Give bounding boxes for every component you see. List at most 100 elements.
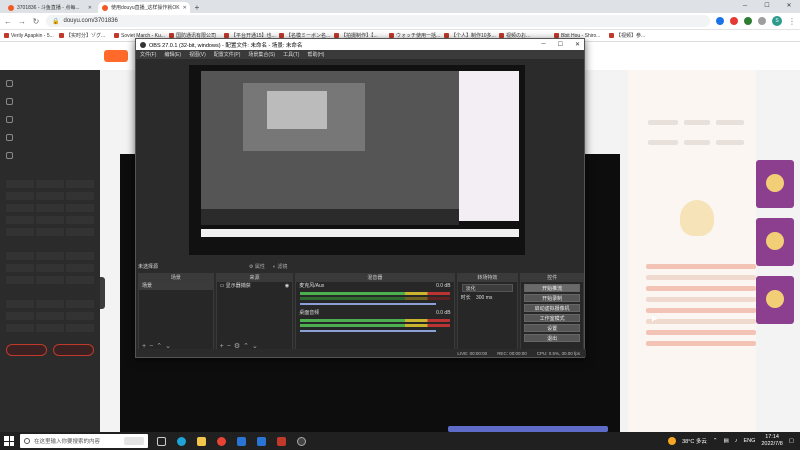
category-link[interactable] xyxy=(66,264,94,272)
close-tab-icon[interactable]: ✕ xyxy=(88,5,92,11)
category-link[interactable] xyxy=(6,216,34,224)
tray-chevron-icon[interactable]: ⌃ xyxy=(713,438,718,444)
bookmark-item[interactable]: Verily Apapkin - 5... xyxy=(4,33,56,39)
douyu-logo[interactable] xyxy=(104,50,128,62)
file-explorer-icon[interactable] xyxy=(194,434,208,448)
close-window-icon[interactable]: ✕ xyxy=(575,41,580,48)
category-link[interactable] xyxy=(6,276,34,284)
menu-view[interactable]: 视图(V) xyxy=(189,51,206,58)
reload-icon[interactable]: ↻ xyxy=(32,17,40,26)
chrome-icon[interactable] xyxy=(214,434,228,448)
menu-help[interactable]: 帮助(H) xyxy=(307,51,324,58)
puzzle-icon[interactable] xyxy=(758,17,766,25)
open-live-button[interactable] xyxy=(53,344,94,356)
settings-button[interactable]: 设置 xyxy=(524,324,580,332)
bookmark-item[interactable]: 【实时分】ゾグ... xyxy=(59,32,111,39)
nav-item[interactable] xyxy=(6,128,94,146)
app-icon[interactable] xyxy=(254,434,268,448)
category-link[interactable] xyxy=(66,192,94,200)
category-link[interactable] xyxy=(36,276,64,284)
category-link[interactable] xyxy=(36,192,64,200)
app-icon[interactable] xyxy=(274,434,288,448)
forward-icon[interactable]: → xyxy=(18,17,26,26)
transition-select[interactable]: 淡化 xyxy=(461,284,514,292)
obs-preview-canvas[interactable] xyxy=(189,65,525,255)
profile-avatar[interactable]: S xyxy=(772,16,782,26)
notification-icon[interactable]: ▢ xyxy=(789,438,794,444)
category-link[interactable] xyxy=(6,312,34,320)
category-link[interactable] xyxy=(66,204,94,212)
promo-card[interactable] xyxy=(756,160,794,208)
edge-icon[interactable] xyxy=(174,434,188,448)
download-client-button[interactable] xyxy=(6,344,47,356)
maximize-icon[interactable]: ☐ xyxy=(558,41,563,48)
category-link[interactable] xyxy=(66,276,94,284)
category-link[interactable] xyxy=(6,228,34,236)
minimize-icon[interactable]: ─ xyxy=(541,41,545,48)
duration-input[interactable]: 300 ms xyxy=(476,295,492,301)
start-virtual-camera-button[interactable]: 启动虚拟摄像机 xyxy=(524,304,580,312)
volume-slider[interactable] xyxy=(300,330,436,332)
windows-start-icon[interactable] xyxy=(4,436,14,446)
category-link[interactable] xyxy=(6,300,34,308)
category-link[interactable] xyxy=(36,312,64,320)
network-icon[interactable]: ▤ xyxy=(724,438,729,444)
category-link[interactable] xyxy=(36,204,64,212)
category-link[interactable] xyxy=(6,192,34,200)
nav-item[interactable] xyxy=(6,146,94,164)
source-item[interactable]: ▭ 显示器捕获 ◉ xyxy=(217,282,293,290)
browser-tab-active[interactable]: 使用douyu直播_这样操作就OK ✕ xyxy=(98,2,190,13)
category-link[interactable] xyxy=(66,216,94,224)
url-field[interactable]: 🔒 douyu.com/3701836 xyxy=(46,15,710,27)
properties-button[interactable]: ⚙ 属性 xyxy=(249,263,265,270)
category-link[interactable] xyxy=(36,228,64,236)
promo-card[interactable] xyxy=(756,276,794,324)
nav-item[interactable] xyxy=(6,92,94,110)
category-link[interactable] xyxy=(6,264,34,272)
category-link[interactable] xyxy=(66,324,94,332)
close-tab-icon[interactable]: ✕ xyxy=(183,5,187,11)
promo-card[interactable] xyxy=(756,218,794,266)
category-link[interactable] xyxy=(6,204,34,212)
category-link[interactable] xyxy=(66,228,94,236)
category-link[interactable] xyxy=(36,180,64,188)
menu-profile[interactable]: 配置文件(P) xyxy=(214,51,241,58)
browser-tab[interactable]: 3701836 - 斗鱼直播 - 点每... ✕ xyxy=(4,2,96,13)
category-link[interactable] xyxy=(6,180,34,188)
start-streaming-button[interactable]: 开始推流 xyxy=(524,284,580,292)
volume-slider[interactable] xyxy=(300,303,436,305)
taskbar-search-box[interactable]: 在这里输入你要搜索的内容 xyxy=(20,434,148,448)
bookmark-item[interactable]: 【视频】参... xyxy=(609,32,661,39)
start-recording-button[interactable]: 开始录制 xyxy=(524,294,580,302)
clock[interactable]: 17:14 2022/7/8 xyxy=(761,434,782,448)
extension-icon[interactable] xyxy=(744,17,752,25)
scene-item[interactable]: 场景 xyxy=(139,282,213,290)
category-link[interactable] xyxy=(36,216,64,224)
filters-button[interactable]: ◐ 滤镜 xyxy=(273,263,287,270)
category-link[interactable] xyxy=(66,252,94,260)
studio-mode-button[interactable]: 工作室模式 xyxy=(524,314,580,322)
menu-scene-collection[interactable]: 场景集合(S) xyxy=(248,51,275,58)
more-menu-icon[interactable]: ⋮ xyxy=(788,17,796,26)
nav-item[interactable] xyxy=(6,110,94,128)
app-icon[interactable] xyxy=(234,434,248,448)
extension-icon[interactable] xyxy=(730,17,738,25)
category-link[interactable] xyxy=(66,300,94,308)
category-link[interactable] xyxy=(36,324,64,332)
obs-taskbar-icon[interactable] xyxy=(294,434,308,448)
language-indicator[interactable]: ENG xyxy=(743,438,755,444)
category-link[interactable] xyxy=(36,264,64,272)
minimize-icon[interactable]: ─ xyxy=(734,0,756,13)
category-link[interactable] xyxy=(36,252,64,260)
volume-icon[interactable]: ♪ xyxy=(735,438,738,444)
category-link[interactable] xyxy=(6,324,34,332)
menu-tools[interactable]: 工具(T) xyxy=(283,51,299,58)
close-window-icon[interactable]: ✕ xyxy=(778,0,800,13)
exit-button[interactable]: 退出 xyxy=(524,334,580,342)
visibility-eye-icon[interactable]: ◉ xyxy=(285,282,289,290)
category-link[interactable] xyxy=(66,312,94,320)
nav-collapse-handle[interactable] xyxy=(100,277,105,309)
menu-file[interactable]: 文件(F) xyxy=(140,51,156,58)
nav-item[interactable] xyxy=(6,74,94,92)
weather-text[interactable]: 38°C 多云 xyxy=(682,437,707,445)
